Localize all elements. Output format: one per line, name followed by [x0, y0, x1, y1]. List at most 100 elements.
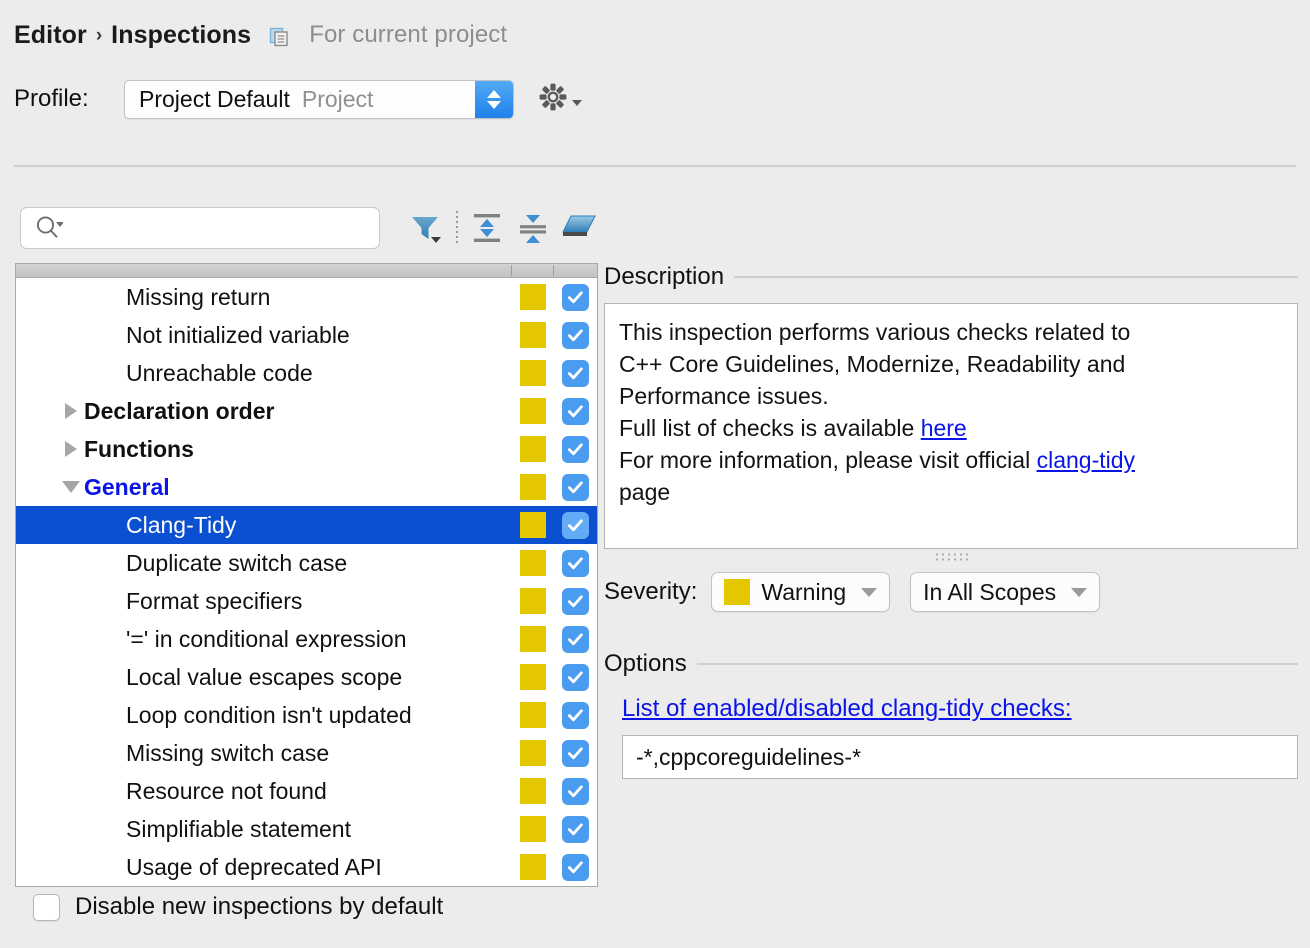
enabled-checkbox-cell[interactable] — [553, 321, 597, 349]
enabled-checkbox-cell[interactable] — [553, 473, 597, 501]
enabled-checkbox-cell[interactable] — [553, 359, 597, 387]
reset-button[interactable] — [556, 208, 602, 248]
filter-funnel-button[interactable] — [404, 208, 450, 248]
clang-tidy-checks-link[interactable]: List of enabled/disabled clang-tidy chec… — [622, 695, 1072, 723]
tree-row[interactable]: Loop condition isn't updated — [16, 696, 597, 734]
enabled-checkbox[interactable] — [561, 777, 589, 805]
enabled-checkbox-cell[interactable] — [553, 397, 597, 425]
enabled-checkbox-cell[interactable] — [553, 435, 597, 463]
chevron-down-icon[interactable] — [58, 481, 84, 493]
enabled-checkbox[interactable] — [561, 815, 589, 843]
expand-all-button[interactable] — [464, 208, 510, 248]
profile-combobox[interactable]: Project Default Project — [124, 79, 514, 119]
tree-row[interactable]: General — [16, 468, 597, 506]
clang-tidy-link[interactable]: clang-tidy — [1037, 447, 1135, 473]
tree-row[interactable]: Clang-Tidy — [16, 506, 597, 544]
severity-cell[interactable] — [513, 854, 553, 880]
profile-settings-button[interactable] — [538, 82, 582, 117]
collapse-all-button[interactable] — [510, 208, 556, 248]
severity-cell[interactable] — [513, 816, 553, 842]
severity-cell[interactable] — [513, 778, 553, 804]
tree-row[interactable]: Usage of deprecated API — [16, 848, 597, 886]
disable-new-inspections-checkbox[interactable] — [33, 893, 60, 921]
tree-row[interactable]: Declaration order — [16, 392, 597, 430]
enabled-checkbox[interactable] — [561, 321, 589, 349]
severity-color-swatch — [520, 626, 546, 652]
tree-row[interactable]: Unreachable code — [16, 354, 597, 392]
tree-row-label: Not initialized variable — [126, 321, 350, 348]
enabled-checkbox-cell[interactable] — [553, 739, 597, 767]
severity-color-swatch — [520, 702, 546, 728]
tree-row[interactable]: Duplicate switch case — [16, 544, 597, 582]
tree-row[interactable]: Missing switch case — [16, 734, 597, 772]
severity-cell[interactable] — [513, 512, 553, 538]
tree-row[interactable]: Local value escapes scope — [16, 658, 597, 696]
splitter-grip-icon — [934, 551, 968, 561]
scope-dropdown[interactable]: In All Scopes — [910, 572, 1101, 612]
enabled-checkbox[interactable] — [561, 283, 589, 311]
collapse-all-icon — [520, 215, 546, 243]
here-link[interactable]: here — [921, 415, 967, 441]
enabled-checkbox[interactable] — [561, 359, 589, 387]
enabled-checkbox[interactable] — [561, 625, 589, 653]
enabled-checkbox[interactable] — [561, 663, 589, 691]
breadcrumb: Editor › Inspections For current project — [14, 18, 507, 52]
enabled-checkbox[interactable] — [561, 397, 589, 425]
severity-cell[interactable] — [513, 398, 553, 424]
enabled-checkbox[interactable] — [561, 587, 589, 615]
enabled-checkbox-cell[interactable] — [553, 549, 597, 577]
severity-cell[interactable] — [513, 740, 553, 766]
enabled-checkbox[interactable] — [561, 473, 589, 501]
severity-cell[interactable] — [513, 588, 553, 614]
enabled-checkbox-cell[interactable] — [553, 283, 597, 311]
description-splitter[interactable] — [604, 549, 1298, 563]
tree-row[interactable]: Resource not found — [16, 772, 597, 810]
severity-cell[interactable] — [513, 360, 553, 386]
tree-row[interactable]: Format specifiers — [16, 582, 597, 620]
inspections-tree[interactable]: Missing return Not initialized variable Un… — [15, 263, 598, 887]
description-section-header: Description — [604, 262, 1298, 292]
severity-cell[interactable] — [513, 284, 553, 310]
severity-cell[interactable] — [513, 474, 553, 500]
chevron-right-icon[interactable] — [58, 441, 84, 457]
enabled-checkbox-cell[interactable] — [553, 853, 597, 881]
severity-dropdown[interactable]: Warning — [711, 572, 891, 612]
options-title: Options — [604, 650, 687, 677]
description-line-1: This inspection performs various checks … — [619, 319, 1131, 345]
enabled-checkbox[interactable] — [561, 739, 589, 767]
breadcrumb-root[interactable]: Editor — [14, 21, 87, 50]
severity-cell[interactable] — [513, 664, 553, 690]
severity-cell[interactable] — [513, 702, 553, 728]
enabled-checkbox-cell[interactable] — [553, 511, 597, 539]
severity-cell[interactable] — [513, 550, 553, 576]
tree-row[interactable]: Missing return — [16, 278, 597, 316]
severity-cell[interactable] — [513, 436, 553, 462]
enabled-checkbox[interactable] — [561, 435, 589, 463]
clang-tidy-checks-input[interactable]: -*,cppcoreguidelines-* — [622, 735, 1298, 779]
enabled-checkbox[interactable] — [561, 549, 589, 577]
enabled-checkbox[interactable] — [561, 853, 589, 881]
enabled-checkbox-cell[interactable] — [553, 701, 597, 729]
severity-cell[interactable] — [513, 626, 553, 652]
header-divider — [14, 165, 1296, 167]
severity-color-swatch — [520, 816, 546, 842]
tree-row[interactable]: '=' in conditional expression — [16, 620, 597, 658]
enabled-checkbox-cell[interactable] — [553, 777, 597, 805]
clang-tidy-checks-value: -*,cppcoreguidelines-* — [636, 743, 862, 770]
search-input[interactable] — [20, 207, 380, 249]
enabled-checkbox[interactable] — [561, 701, 589, 729]
enabled-checkbox-cell[interactable] — [553, 625, 597, 653]
enabled-checkbox-cell[interactable] — [553, 815, 597, 843]
updown-stepper-icon[interactable] — [475, 80, 513, 118]
tree-row[interactable]: Simplifiable statement — [16, 810, 597, 848]
severity-value: Warning — [761, 578, 847, 605]
enabled-checkbox[interactable] — [561, 511, 589, 539]
enabled-checkbox-cell[interactable] — [553, 587, 597, 615]
chevron-down-icon — [1071, 587, 1088, 597]
enabled-checkbox-cell[interactable] — [553, 663, 597, 691]
tree-row[interactable]: Functions — [16, 430, 597, 468]
tree-row[interactable]: Not initialized variable — [16, 316, 597, 354]
disable-new-inspections-row[interactable]: Disable new inspections by default — [33, 893, 443, 921]
severity-cell[interactable] — [513, 322, 553, 348]
chevron-right-icon[interactable] — [58, 403, 84, 419]
